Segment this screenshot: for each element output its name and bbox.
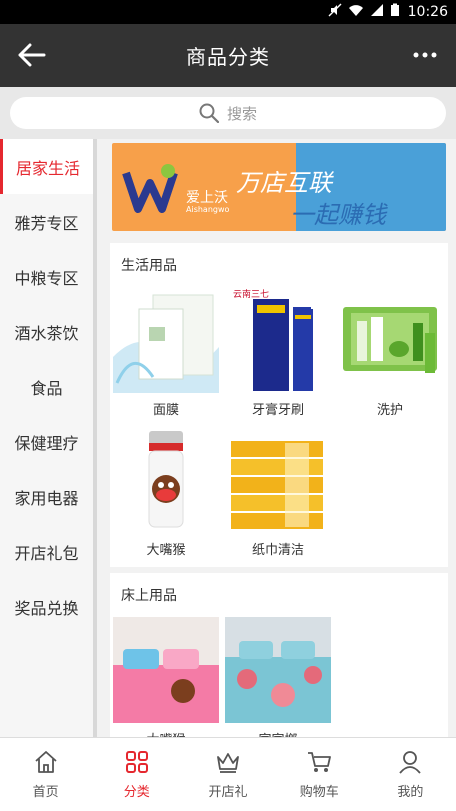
crown-icon <box>217 753 239 773</box>
sidebar-item-label: 居家生活 <box>15 158 80 178</box>
sidebar-item-store-gift[interactable]: 开店礼包 <box>0 524 93 579</box>
tab-category[interactable]: 分类 <box>91 738 182 811</box>
tab-cart[interactable]: 购物车 <box>274 738 365 811</box>
cart-icon <box>308 752 332 772</box>
category-tile-tissue[interactable]: 纸巾清洁 <box>222 427 334 567</box>
app-bar: 商品分类 <box>0 24 456 87</box>
tab-home[interactable]: 首页 <box>0 738 91 811</box>
bedding-floral-product-image <box>225 617 331 723</box>
section-bedding: 床上用品 大嘴猴 <box>110 573 448 737</box>
tissue-boxes-product-image <box>225 427 331 533</box>
user-icon <box>399 751 422 774</box>
tab-label: 分类 <box>123 785 150 800</box>
sidebar-item-cofco[interactable]: 中粮专区 <box>0 249 93 304</box>
category-tile-toothpaste[interactable]: 云南三七 牙膏牙刷 <box>222 287 334 427</box>
category-tile-paul-frank[interactable]: 大嘴猴 <box>110 427 222 567</box>
sidebar-item-label: 家用电器 <box>14 488 79 508</box>
banner-slogan-1: 万店互联 <box>236 169 332 197</box>
status-icons <box>328 3 400 21</box>
back-arrow-icon <box>18 43 46 67</box>
section-title: 生活用品 <box>121 258 177 274</box>
bottom-tab-bar: 首页 分类 开店礼 购物车 我的 <box>0 737 456 811</box>
bedding-pink-product-image <box>113 617 219 723</box>
category-label: 纸巾清洁 <box>251 543 304 558</box>
tab-label: 购物车 <box>299 785 339 800</box>
sidebar-item-health[interactable]: 保健理疗 <box>0 414 93 469</box>
category-tile-paul-frank-bedding[interactable]: 大嘴猴 <box>110 617 222 737</box>
tab-label: 开店礼 <box>208 785 248 800</box>
sidebar-item-appliances[interactable]: 家用电器 <box>0 469 93 524</box>
sidebar-item-food[interactable]: 食品 <box>0 359 93 414</box>
sidebar-item-label: 食品 <box>30 378 63 398</box>
category-content: 爱上沃 Aishangwo 万店互联 一起赚钱 生活用品 面膜 云南三七 牙膏牙… <box>102 139 456 737</box>
sidebar-item-label: 保健理疗 <box>14 433 79 453</box>
page-title: 商品分类 <box>186 45 270 69</box>
wifi-icon <box>348 3 364 21</box>
category-label: 大嘴猴 <box>146 543 186 558</box>
status-time: 10:26 <box>407 4 448 20</box>
sidebar-item-home-living[interactable]: 居家生活 <box>0 139 93 194</box>
sidebar-item-drinks[interactable]: 酒水茶饮 <box>0 304 93 359</box>
tab-label: 我的 <box>397 785 424 800</box>
more-dots-icon <box>413 52 437 58</box>
tab-store-gift[interactable]: 开店礼 <box>182 738 273 811</box>
category-label: 家家榔 <box>258 729 297 737</box>
thermos-product-image <box>113 427 219 533</box>
category-tile-floral-bedding[interactable]: 家家榔 <box>222 617 334 737</box>
banner-slogan-2: 一起赚钱 <box>290 201 386 229</box>
sidebar-item-prizes[interactable]: 奖品兑换 <box>0 579 93 634</box>
more-button[interactable] <box>408 40 442 70</box>
search-input[interactable]: 搜索 <box>10 97 446 129</box>
tab-mine[interactable]: 我的 <box>365 738 456 811</box>
sidebar-item-label: 开店礼包 <box>14 543 79 563</box>
sidebar-item-label: 酒水茶饮 <box>14 323 79 343</box>
tab-label: 首页 <box>32 785 59 800</box>
category-label: 大嘴猴 <box>146 729 185 737</box>
sidebar-item-label: 中粮专区 <box>14 268 79 288</box>
category-sidebar: 居家生活 雅芳专区 中粮专区 酒水茶饮 食品 保健理疗 家用电器 开店礼包 奖品… <box>0 139 97 737</box>
signal-icon <box>370 3 384 21</box>
category-tile-face-mask[interactable]: 面膜 <box>110 287 222 427</box>
face-mask-product-image <box>113 287 219 393</box>
banner-brand: 爱上沃 <box>186 190 228 206</box>
category-tile-skincare[interactable]: 洗护 <box>334 287 446 427</box>
status-bar: 10:26 <box>0 0 456 24</box>
toothpaste-product-image: 云南三七 <box>225 287 331 393</box>
search-placeholder: 搜索 <box>226 104 257 123</box>
brand-logo-icon <box>122 164 178 213</box>
battery-icon <box>390 3 400 21</box>
back-button[interactable] <box>14 38 50 72</box>
home-icon <box>34 751 57 773</box>
banner-brand-sub: Aishangwo <box>186 205 230 214</box>
category-label: 洗护 <box>376 403 403 418</box>
category-label: 面膜 <box>152 403 179 418</box>
sidebar-item-label: 奖品兑换 <box>14 598 79 618</box>
section-title: 床上用品 <box>121 588 177 604</box>
section-daily-goods: 生活用品 面膜 云南三七 牙膏牙刷 洗护 大嘴猴 纸巾清洁 <box>110 243 448 567</box>
sidebar-item-avon[interactable]: 雅芳专区 <box>0 194 93 249</box>
search-bar-container: 搜索 <box>0 87 456 139</box>
promo-banner[interactable]: 爱上沃 Aishangwo 万店互联 一起赚钱 <box>112 143 446 231</box>
mute-icon <box>328 3 342 21</box>
category-label: 牙膏牙刷 <box>251 403 304 418</box>
product-grid: 面膜 云南三七 牙膏牙刷 洗护 大嘴猴 纸巾清洁 <box>110 287 448 567</box>
product-grid: 大嘴猴 家家榔 <box>110 617 448 737</box>
skincare-set-product-image <box>337 287 443 393</box>
category-icon <box>125 751 148 773</box>
sidebar-item-label: 雅芳专区 <box>14 213 79 233</box>
search-icon <box>199 103 219 123</box>
svg-text:云南三七: 云南三七 <box>233 288 269 300</box>
